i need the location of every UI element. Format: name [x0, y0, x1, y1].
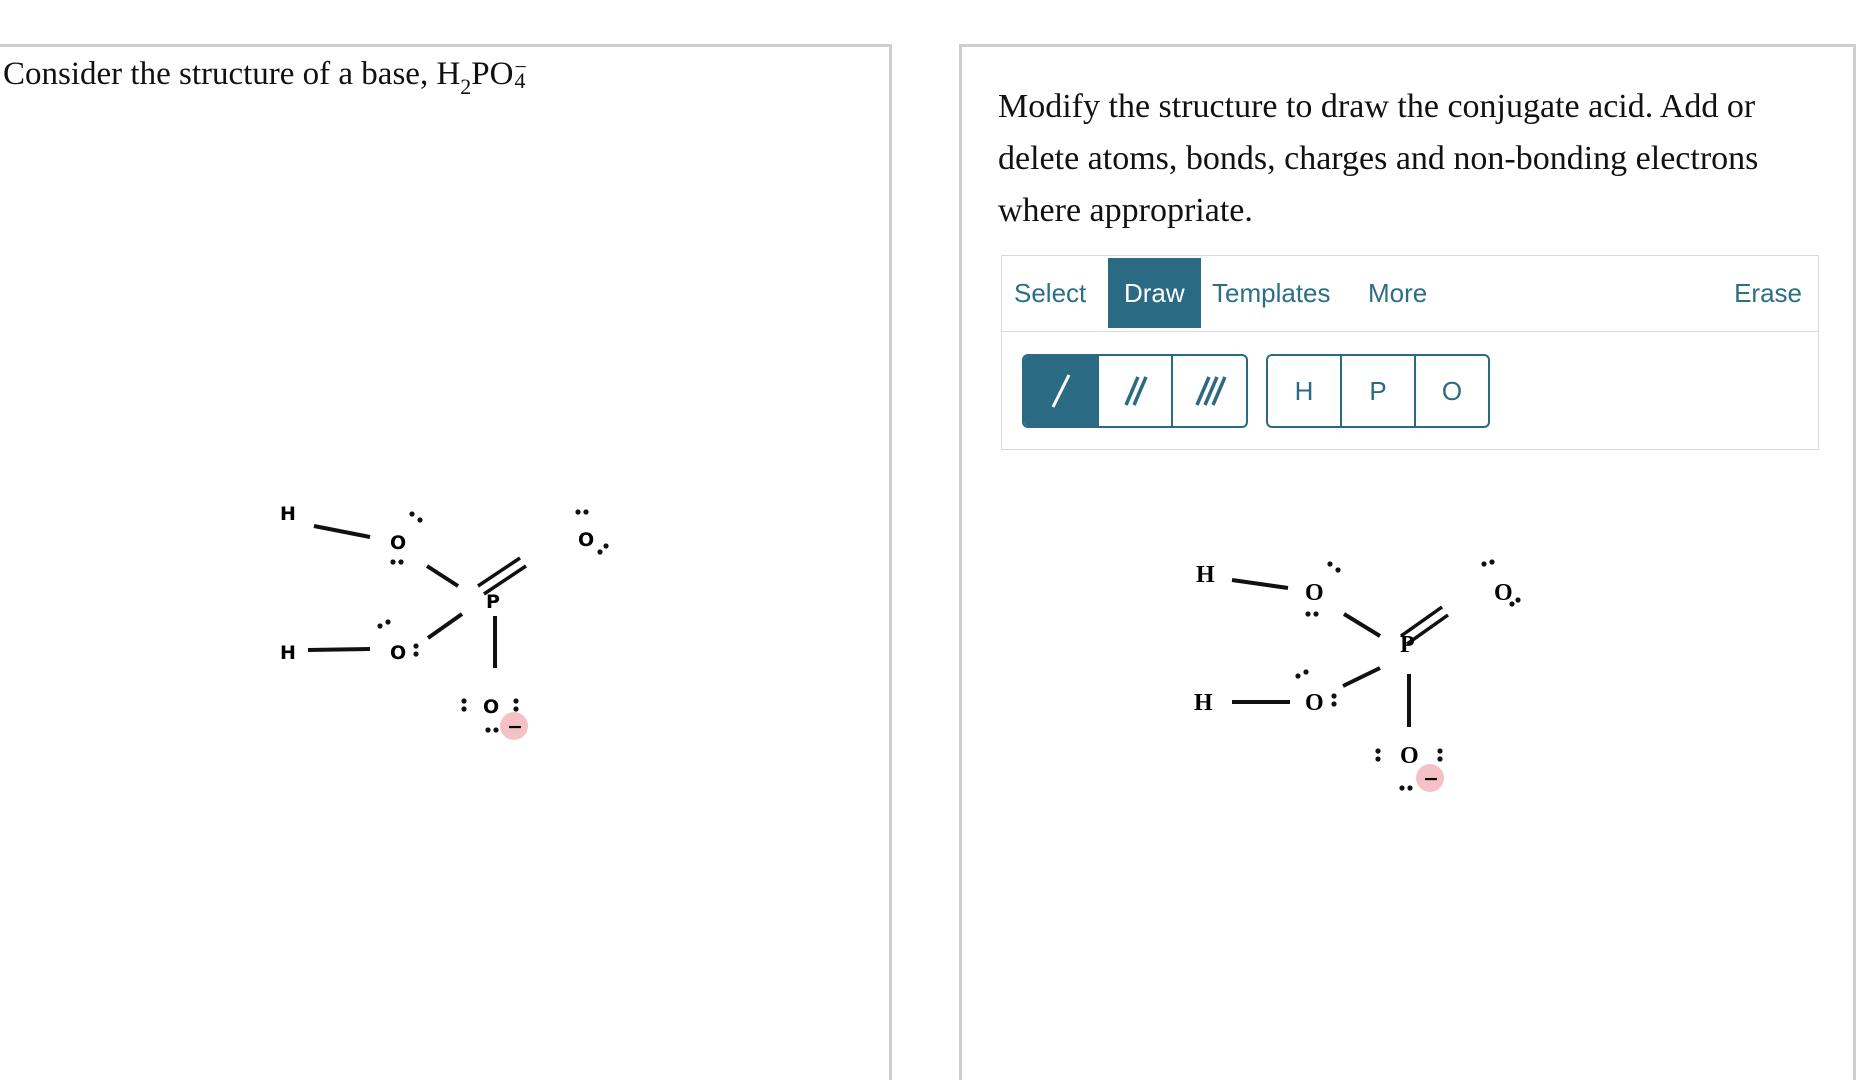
single-bond-button[interactable] [1024, 356, 1099, 426]
bond-o-p-lower [426, 612, 464, 640]
bond-o-p-lower[interactable] [1342, 666, 1381, 688]
triple-bond-button[interactable] [1173, 356, 1246, 426]
atom-h[interactable]: H [1194, 690, 1213, 716]
atom-o: O [390, 642, 406, 664]
question-prefix: Consider the structure of a base, [3, 56, 437, 92]
tab-templates[interactable]: Templates [1212, 258, 1331, 328]
atom-o-button[interactable]: O [1416, 356, 1488, 426]
formula-po: PO [471, 56, 514, 92]
bond-h-o [313, 524, 371, 539]
sketcher-toolbar: Select Draw Templates More Erase H P O [1001, 255, 1819, 450]
formula-h: H [436, 56, 461, 92]
atom-p: P [486, 591, 500, 613]
question-text: Consider the structure of a base, H2PO −4 [3, 53, 529, 102]
double-bond-button[interactable] [1099, 356, 1174, 426]
single-bond-icon [1051, 374, 1071, 408]
atom-h[interactable]: H [1196, 562, 1215, 588]
triple-bond-icon [1195, 376, 1227, 406]
atom-h: H [280, 642, 296, 664]
bond-h-o[interactable] [1231, 578, 1289, 590]
drawing-canvas-structure[interactable]: H O P O H O O − [1180, 540, 1540, 825]
atom-p[interactable]: P [1400, 632, 1415, 658]
double-bond-line-2 [483, 564, 527, 596]
charge-minus: − [1423, 768, 1439, 790]
atom-o[interactable]: O [1305, 580, 1324, 606]
double-bond-icon [1124, 376, 1148, 406]
tab-draw[interactable]: Draw [1108, 258, 1201, 328]
atom-o[interactable]: O [1494, 580, 1513, 606]
formula-h-subscript: 2 [460, 74, 472, 99]
formula: H2PO −4 [436, 53, 529, 102]
instructions-text: Modify the structure to draw the conjuga… [998, 88, 1759, 229]
base-structure: H O P O H O O − [250, 490, 610, 775]
charge-minus: − [507, 716, 523, 738]
double-bond-line-1 [477, 556, 521, 588]
bond-tool-group [1022, 354, 1248, 428]
bond-o-p[interactable] [1342, 612, 1382, 638]
atom-h-button[interactable]: H [1268, 356, 1342, 426]
tab-select[interactable]: Select [1014, 258, 1086, 328]
toolbar-tabs: Select Draw Templates More Erase [1002, 256, 1818, 332]
base-structure-svg: H O P O H O O − [280, 503, 609, 740]
formula-ion: −4 [513, 54, 529, 94]
bond-o-p [425, 564, 460, 588]
atom-tool-group: H P O [1266, 354, 1490, 428]
atom-o[interactable]: O [1400, 743, 1419, 769]
editable-structure-svg[interactable]: H O P O H O O − [1180, 540, 1540, 820]
atom-o: O [390, 532, 406, 554]
atom-o: O [483, 696, 499, 718]
stage: Consider the structure of a base, H2PO −4… [0, 0, 1856, 1080]
atom-o[interactable]: O [1305, 690, 1324, 716]
formula-subscript: 4 [514, 68, 526, 94]
atom-o: O [578, 529, 594, 551]
erase-button[interactable]: Erase [1734, 258, 1802, 328]
bond-h-o-lower [307, 647, 371, 652]
tab-more[interactable]: More [1368, 258, 1427, 328]
atom-p-button[interactable]: P [1342, 356, 1416, 426]
atom-h: H [280, 503, 296, 525]
